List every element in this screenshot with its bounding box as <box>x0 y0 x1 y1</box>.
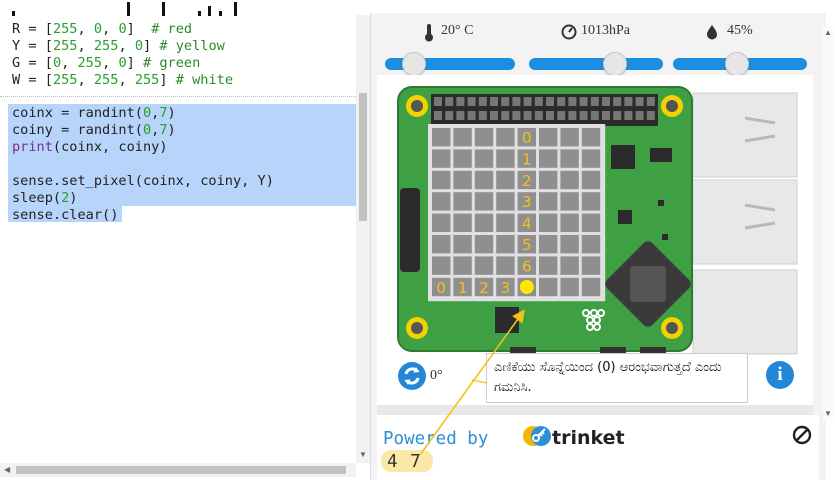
led-pixel <box>581 170 601 190</box>
led-pixel <box>453 235 472 254</box>
edge-connector <box>400 188 420 272</box>
led-pixel <box>581 277 601 297</box>
column-index-label: 1 <box>458 279 468 297</box>
callout-text: ಎಣಿಕೆಯು ಸೊನ್ನೆಯಿಂದ (0) ಆರಂಭವಾಗುತ್ತದೆ ಎಂದ… <box>494 360 722 395</box>
info-button[interactable]: i <box>766 361 794 389</box>
led-pixel <box>581 149 601 168</box>
led-pixel <box>560 149 579 168</box>
led-pixel <box>539 192 558 211</box>
rotate-button[interactable] <box>398 362 426 390</box>
row-index-label: 3 <box>522 193 532 211</box>
led-pixel <box>560 192 579 211</box>
led-pixel <box>496 149 515 168</box>
lit-led-pixel <box>519 280 534 294</box>
column-index-label: 2 <box>479 279 489 297</box>
led-pixel <box>432 192 451 211</box>
led-pixel <box>453 170 472 190</box>
led-pixel <box>560 256 579 275</box>
led-pixel <box>496 213 515 232</box>
led-pixel <box>539 277 558 297</box>
gpio-header <box>431 94 658 126</box>
led-pixel <box>453 256 472 275</box>
led-pixel <box>474 213 494 232</box>
led-pixel <box>560 128 579 147</box>
led-pixel <box>539 170 558 190</box>
row-index-label: 6 <box>522 257 532 275</box>
row-index-label: 5 <box>522 236 532 254</box>
led-pixel <box>539 128 558 147</box>
led-pixel <box>432 235 451 254</box>
led-pixel <box>496 235 515 254</box>
rotate-icon <box>404 367 420 385</box>
led-pixel <box>539 149 558 168</box>
led-matrix: 01234560 1 2 3 <box>428 124 606 302</box>
led-pixel <box>560 235 579 254</box>
led-pixel <box>539 256 558 275</box>
row-index-label: 0 <box>522 129 532 147</box>
led-pixel <box>539 213 558 232</box>
led-pixel <box>474 128 494 147</box>
led-pixel <box>496 192 515 211</box>
rotation-value: 0° <box>430 368 443 383</box>
row-index-label: 2 <box>522 172 532 190</box>
column-index-label: 0 <box>436 279 446 297</box>
led-pixel <box>474 149 494 168</box>
annotation-callout: ಎಣಿಕೆಯು ಸೊನ್ನೆಯಿಂದ (0) ಆರಂಭವಾಗುತ್ತದೆ ಎಂದ… <box>486 353 748 403</box>
led-pixel <box>432 128 451 147</box>
led-pixel <box>453 149 472 168</box>
led-pixel <box>474 192 494 211</box>
led-pixel <box>581 235 601 254</box>
led-pixel <box>581 256 601 275</box>
led-pixel <box>474 170 494 190</box>
led-pixel <box>432 213 451 232</box>
led-pixel <box>539 235 558 254</box>
raspberry-pi-sense-hat: 01234560 1 2 3 <box>397 86 798 355</box>
led-pixel <box>581 192 601 211</box>
led-pixel <box>432 170 451 190</box>
led-pixel <box>496 256 515 275</box>
led-pixel <box>560 277 579 297</box>
usb-ports <box>692 92 798 355</box>
column-index-label: 3 <box>501 279 511 297</box>
led-pixel <box>496 170 515 190</box>
led-pixel <box>581 128 601 147</box>
led-pixel <box>560 170 579 190</box>
led-pixel <box>453 192 472 211</box>
led-pixel <box>496 128 515 147</box>
row-index-label: 4 <box>522 215 532 233</box>
led-pixel <box>453 128 472 147</box>
led-pixel <box>432 256 451 275</box>
led-pixel <box>560 213 579 232</box>
led-pixel <box>453 213 472 232</box>
led-pixel <box>474 256 494 275</box>
led-pixel <box>474 235 494 254</box>
led-pixel <box>432 149 451 168</box>
led-pixel <box>581 213 601 232</box>
row-index-label: 1 <box>522 150 532 168</box>
